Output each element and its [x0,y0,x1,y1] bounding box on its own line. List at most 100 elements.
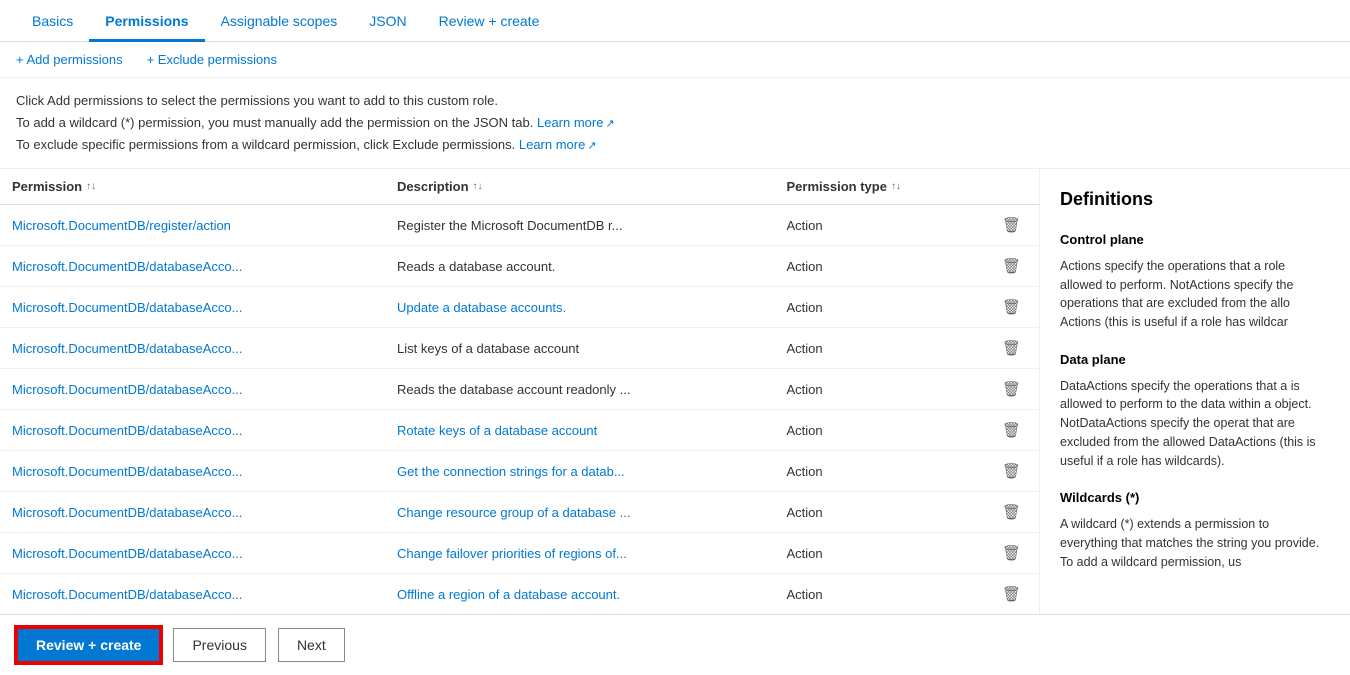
tab-assignable-scopes[interactable]: Assignable scopes [205,3,354,42]
table-row: Microsoft.DocumentDB/databaseAcco...Read… [0,246,1039,287]
permission-cell: Microsoft.DocumentDB/register/action [0,205,385,246]
delete-cell: 🗑 [984,369,1039,410]
type-cell: Action [775,246,984,287]
add-permissions-button[interactable]: + Add permissions [16,50,123,69]
permission-cell: Microsoft.DocumentDB/databaseAcco... [0,287,385,328]
sort-icon-permission[interactable]: ↑↓ [86,181,96,192]
table-row: Microsoft.DocumentDB/register/actionRegi… [0,205,1039,246]
permission-cell: Microsoft.DocumentDB/databaseAcco... [0,410,385,451]
definitions-panel: Definitions Control planeActions specify… [1040,169,1350,614]
review-create-button[interactable]: Review + create [16,627,161,663]
table-row: Microsoft.DocumentDB/databaseAcco... Offl… [0,574,1039,614]
next-button[interactable]: Next [278,628,345,662]
tab-bar: BasicsPermissionsAssignable scopesJSONRe… [0,0,1350,42]
description-cell: List keys of a database account [385,328,774,369]
description-link[interactable]: Change failover priorities of regions of… [397,546,627,561]
permission-link[interactable]: Microsoft.DocumentDB/databaseAcco... [12,341,243,356]
exclude-permissions-button[interactable]: + Exclude permissions [147,50,277,69]
permission-cell: Microsoft.DocumentDB/databaseAcco... [0,574,385,614]
description-link[interactable]: Get the connection strings for a datab..… [397,464,625,479]
permission-cell: Microsoft.DocumentDB/databaseAcco... [0,533,385,574]
description-cell: Change resource group of a database ... [385,492,774,533]
description-cell: Update a database accounts. [385,287,774,328]
delete-row-button[interactable]: 🗑 [996,419,1027,441]
info-line-1: Click Add permissions to select the perm… [16,90,1334,112]
definitions-title: Definitions [1060,185,1330,214]
permission-link[interactable]: Microsoft.DocumentDB/databaseAcco... [12,505,243,520]
description-cell: Reads the database account readonly ... [385,369,774,410]
learn-more-link-1[interactable]: Learn more [537,115,615,130]
delete-row-button[interactable]: 🗑 [996,337,1027,359]
definition-heading: Control plane [1060,230,1330,251]
main-content: Permission ↑↓ Description ↑↓ Permission … [0,169,1350,614]
definition-body: DataActions specify the operations that … [1060,377,1330,471]
type-cell: Action [775,533,984,574]
type-cell: Action [775,369,984,410]
description-link[interactable]: Rotate keys of a database account [397,423,597,438]
table-row: Microsoft.DocumentDB/databaseAcco... Rota… [0,410,1039,451]
delete-cell: 🗑 [984,492,1039,533]
delete-row-button[interactable]: 🗑 [996,214,1027,236]
type-cell: Action [775,492,984,533]
permission-cell: Microsoft.DocumentDB/databaseAcco... [0,328,385,369]
definitions-sections: Control planeActions specify the operati… [1060,230,1330,571]
learn-more-link-2[interactable]: Learn more [519,137,597,152]
permission-link[interactable]: Microsoft.DocumentDB/databaseAcco... [12,546,243,561]
tab-review-create[interactable]: Review + create [423,3,556,42]
tab-basics[interactable]: Basics [16,3,89,42]
table-body: Microsoft.DocumentDB/register/actionRegi… [0,205,1039,614]
table-header: Permission ↑↓ Description ↑↓ Permission … [0,169,1039,205]
footer: Review + create Previous Next [0,614,1350,675]
permission-link[interactable]: Microsoft.DocumentDB/databaseAcco... [12,382,243,397]
table-row: Microsoft.DocumentDB/databaseAcco... List… [0,328,1039,369]
table-row: Microsoft.DocumentDB/databaseAcco... Upda… [0,287,1039,328]
delete-row-button[interactable]: 🗑 [996,583,1027,605]
sort-icon-description[interactable]: ↑↓ [473,181,483,192]
definition-heading: Data plane [1060,350,1330,371]
delete-cell: 🗑 [984,533,1039,574]
delete-row-button[interactable]: 🗑 [996,542,1027,564]
info-line-2: To add a wildcard (*) permission, you mu… [16,112,1334,134]
description-cell: Offline a region of a database account. [385,574,774,614]
col-permission-type: Permission type ↑↓ [775,169,984,205]
definition-wildcards: Wildcards (*) A wildcard (*) extends a pe… [1060,488,1330,571]
description-cell: Get the connection strings for a datab..… [385,451,774,492]
type-cell: Action [775,410,984,451]
permission-link[interactable]: Microsoft.DocumentDB/databaseAcco... [12,300,243,315]
description-link[interactable]: Offline a region of a database account. [397,587,620,602]
delete-cell: 🗑 [984,451,1039,492]
type-cell: Action [775,205,984,246]
previous-button[interactable]: Previous [173,628,265,662]
info-line-3: To exclude specific permissions from a w… [16,134,1334,156]
permission-link[interactable]: Microsoft.DocumentDB/databaseAcco... [12,464,243,479]
delete-row-button[interactable]: 🗑 [996,255,1027,277]
permission-link[interactable]: Microsoft.DocumentDB/register/action [12,218,231,233]
table-row: Microsoft.DocumentDB/databaseAcco... Get … [0,451,1039,492]
tab-permissions[interactable]: Permissions [89,3,204,42]
delete-row-button[interactable]: 🗑 [996,460,1027,482]
delete-row-button[interactable]: 🗑 [996,378,1027,400]
delete-cell: 🗑 [984,287,1039,328]
col-description: Description ↑↓ [385,169,774,205]
permission-link[interactable]: Microsoft.DocumentDB/databaseAcco... [12,587,243,602]
tab-json[interactable]: JSON [353,3,422,42]
definition-body: A wildcard (*) extends a permission to e… [1060,515,1330,571]
delete-row-button[interactable]: 🗑 [996,296,1027,318]
table-area: Permission ↑↓ Description ↑↓ Permission … [0,169,1040,614]
description-cell: Change failover priorities of regions of… [385,533,774,574]
sort-icon-type[interactable]: ↑↓ [891,181,901,192]
permission-cell: Microsoft.DocumentDB/databaseAcco... [0,492,385,533]
delete-row-button[interactable]: 🗑 [996,501,1027,523]
toolbar: + Add permissions + Exclude permissions [0,42,1350,78]
delete-cell: 🗑 [984,574,1039,614]
permission-link[interactable]: Microsoft.DocumentDB/databaseAcco... [12,423,243,438]
description-link[interactable]: Update a database accounts. [397,300,566,315]
definition-data-plane: Data plane DataActions specify the operat… [1060,350,1330,471]
col-actions [984,169,1039,205]
permission-link[interactable]: Microsoft.DocumentDB/databaseAcco... [12,259,243,274]
definition-heading: Wildcards (*) [1060,488,1330,509]
description-link[interactable]: Change resource group of a database ... [397,505,630,520]
delete-cell: 🗑 [984,246,1039,287]
delete-cell: 🗑 [984,410,1039,451]
definition-control-plane: Control planeActions specify the operati… [1060,230,1330,332]
